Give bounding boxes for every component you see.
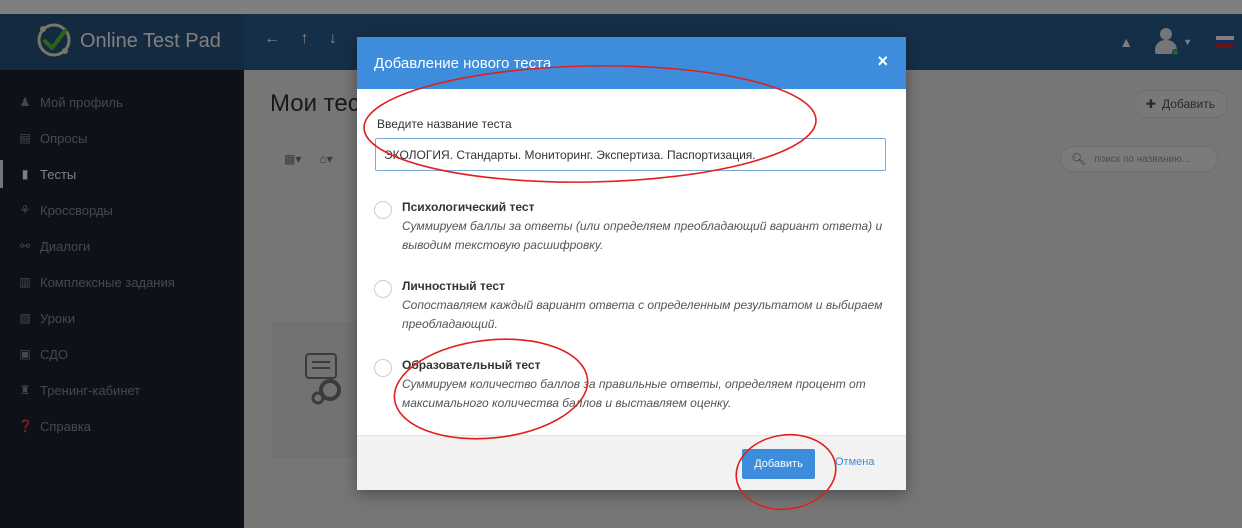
dialog-title: Добавление нового теста <box>374 55 552 72</box>
option-title: Личностный тест <box>402 279 505 293</box>
dialog-header: Добавление нового теста × <box>357 37 906 89</box>
option-title: Образовательный тест <box>402 358 541 372</box>
close-icon[interactable]: × <box>877 51 888 72</box>
app-window: Online Test Pad ← ↑ ↓ ▲ ▼ ♟ Мой профиль … <box>0 0 1242 528</box>
submit-add-button[interactable]: Добавить <box>742 449 815 479</box>
radio-psychological[interactable] <box>374 201 392 219</box>
option-title: Психологический тест <box>402 200 535 214</box>
radio-educational[interactable] <box>374 359 392 377</box>
cancel-link[interactable]: Отмена <box>835 456 874 468</box>
option-description: Суммируем баллы за ответы (или определяе… <box>402 219 883 252</box>
option-description: Сопоставляем каждый вариант ответа с опр… <box>402 298 883 331</box>
option-description: Суммируем количество баллов за правильны… <box>402 377 866 410</box>
dialog-footer: Добавить Отмена <box>357 435 906 490</box>
test-name-input[interactable] <box>375 138 886 171</box>
add-test-dialog: Добавление нового теста × Введите назван… <box>357 37 906 490</box>
test-name-label: Введите название теста <box>377 117 512 131</box>
radio-personality[interactable] <box>374 280 392 298</box>
